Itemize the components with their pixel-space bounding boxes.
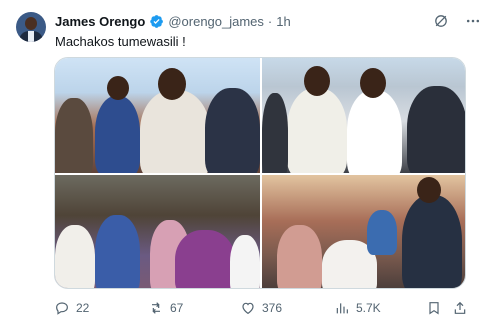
- media-grid: [54, 57, 466, 289]
- share-button[interactable]: [452, 300, 468, 316]
- bookmark-icon: [429, 302, 439, 315]
- action-bar: 22 67 376 5.7K: [54, 298, 470, 318]
- verified-badge-icon: [149, 14, 164, 29]
- photo-figure: [140, 90, 210, 173]
- photo-figure: [277, 225, 322, 288]
- like-button[interactable]: 376: [240, 300, 282, 316]
- photo-figure: [230, 235, 260, 288]
- tweet-card[interactable]: James Orengo @orengo_james · 1h Machakos: [0, 0, 500, 334]
- author-handle[interactable]: @orengo_james: [168, 14, 264, 29]
- photo-figure: [347, 90, 402, 173]
- photo-figure: [55, 98, 93, 173]
- repost-count: 67: [170, 301, 184, 315]
- reply-icon: [56, 302, 68, 315]
- grok-icon[interactable]: [432, 12, 450, 30]
- views-count: 5.7K: [356, 301, 381, 315]
- photo-figure: [287, 88, 347, 173]
- photo-figure: [55, 225, 95, 288]
- analytics-icon: [336, 303, 348, 314]
- like-count: 376: [262, 301, 283, 315]
- bookmark-button[interactable]: [426, 300, 442, 316]
- reply-button[interactable]: 22: [54, 300, 89, 316]
- photo-figure: [262, 93, 288, 173]
- photo-figure: [205, 88, 260, 173]
- repost-icon: [152, 302, 160, 314]
- separator-dot: ·: [267, 13, 273, 29]
- tweet-text: Machakos tumewasili !: [55, 34, 186, 49]
- photo-figure-head: [107, 76, 129, 100]
- photo-figure-head: [417, 177, 441, 203]
- repost-button[interactable]: 67: [148, 300, 183, 316]
- views-button[interactable]: 5.7K: [334, 300, 381, 316]
- avatar-shirt: [28, 31, 34, 42]
- photo-figure-head: [158, 68, 186, 100]
- heart-icon: [242, 302, 254, 315]
- avatar-head: [25, 17, 37, 30]
- photo-figure: [95, 215, 140, 288]
- more-options-icon[interactable]: [464, 12, 482, 30]
- header-icons: [432, 12, 482, 30]
- crowd-meeting-photo[interactable]: [55, 175, 260, 288]
- photo-figure: [367, 210, 397, 255]
- photo-figure: [95, 96, 140, 173]
- share-icon: [454, 301, 466, 314]
- rally-crowd-photo[interactable]: [55, 58, 260, 173]
- handshake-crowd-photo[interactable]: [262, 58, 465, 173]
- photo-figure-head: [304, 66, 330, 96]
- reply-count: 22: [76, 301, 90, 315]
- photo-figure: [402, 195, 462, 288]
- photo-figure: [407, 86, 465, 173]
- avatar[interactable]: [16, 12, 46, 42]
- tweet-header: James Orengo @orengo_james · 1h: [55, 11, 291, 31]
- author-name[interactable]: James Orengo: [55, 14, 145, 29]
- indoor-meeting-photo[interactable]: [262, 175, 465, 288]
- photo-figure: [175, 230, 235, 288]
- timestamp[interactable]: 1h: [276, 14, 290, 29]
- photo-figure-head: [360, 68, 386, 98]
